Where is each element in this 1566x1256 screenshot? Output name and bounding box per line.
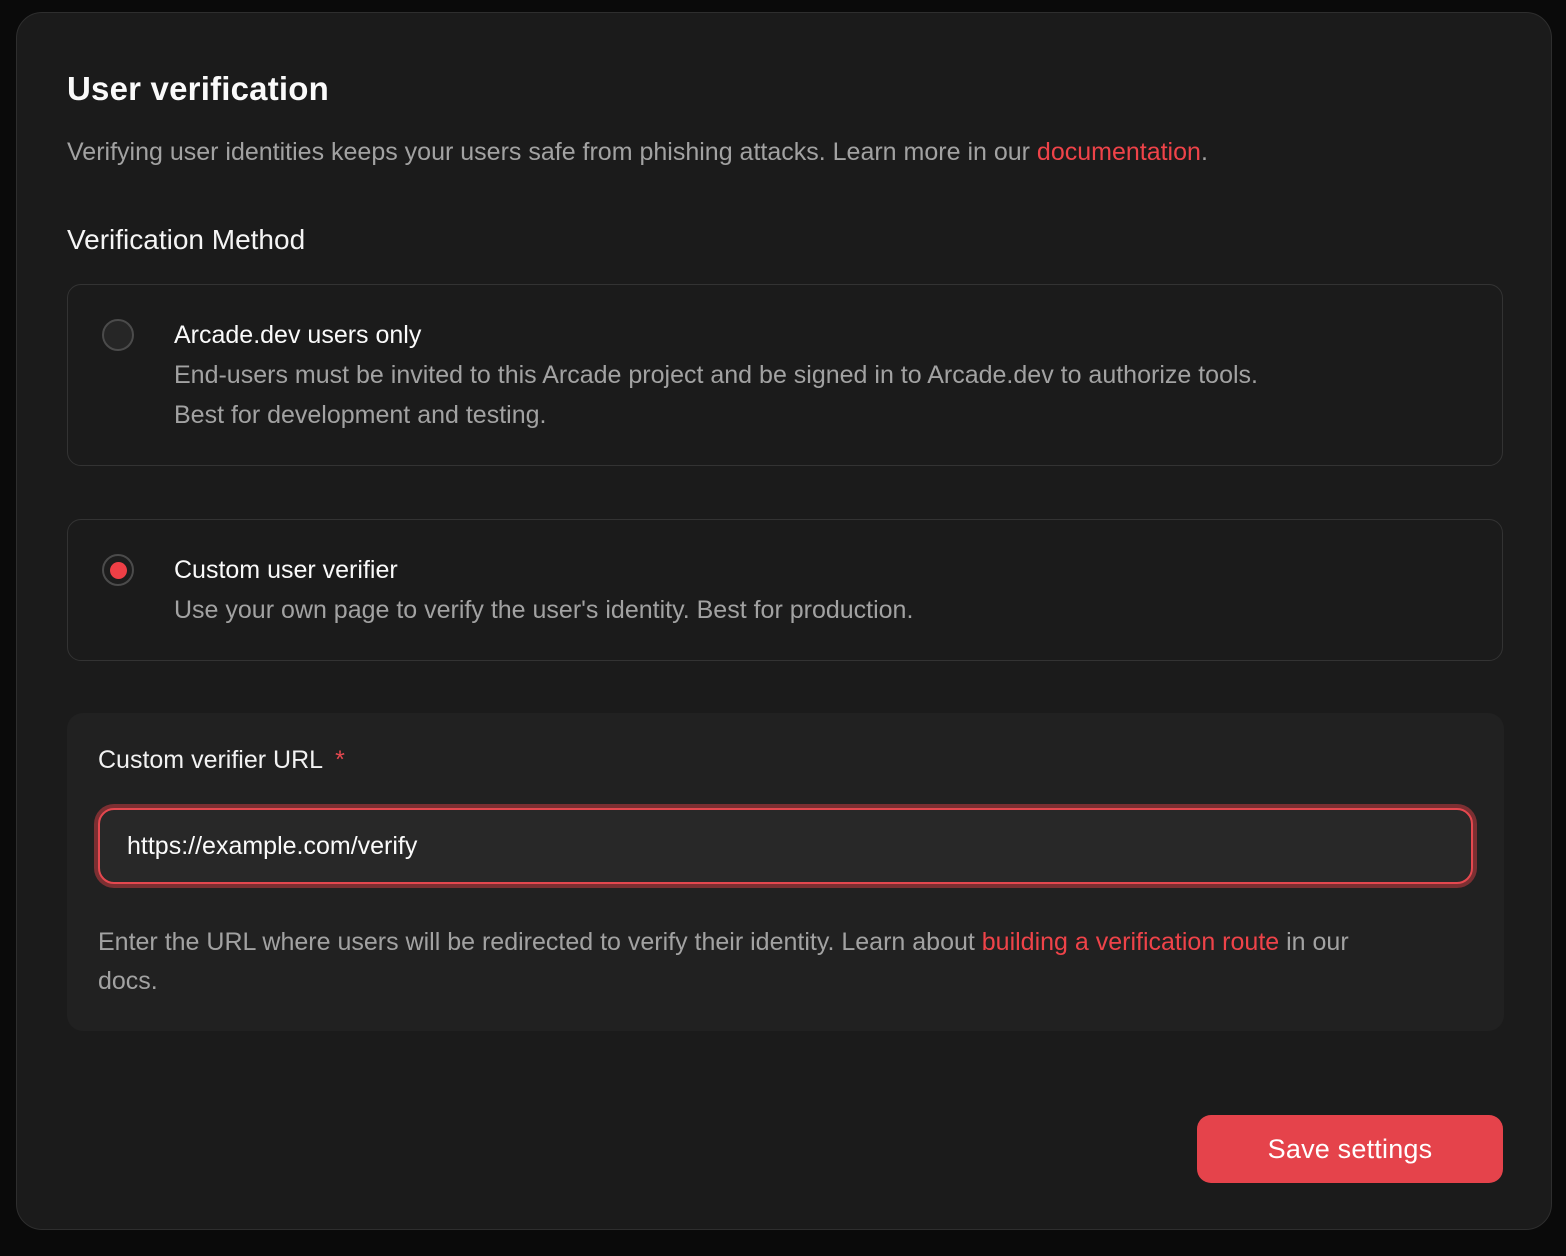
page-description-period: .	[1201, 138, 1208, 166]
option-title: Custom user verifier	[174, 550, 913, 590]
option-title: Arcade.dev users only	[174, 315, 1258, 355]
option-text: Arcade.dev users only End-users must be …	[174, 315, 1258, 435]
custom-verifier-url-input[interactable]	[98, 808, 1473, 884]
required-asterisk: *	[335, 746, 345, 774]
save-settings-button[interactable]: Save settings	[1197, 1115, 1503, 1183]
radio-unselected-icon[interactable]	[102, 319, 134, 351]
option-description: End-users must be invited to this Arcade…	[174, 355, 1258, 435]
user-verification-card: User verification Verifying user identit…	[16, 12, 1552, 1230]
page-title: User verification	[67, 69, 1501, 109]
option-arcade-users-only[interactable]: Arcade.dev users only End-users must be …	[67, 284, 1503, 466]
custom-verifier-panel: Custom verifier URL * Enter the URL where…	[67, 713, 1504, 1031]
building-verification-route-link[interactable]: building a verification route	[982, 928, 1279, 956]
page-description-text: Verifying user identities keeps your use…	[67, 138, 1037, 166]
page-description: Verifying user identities keeps your use…	[67, 135, 1501, 169]
verification-method-heading: Verification Method	[67, 223, 1501, 257]
radio-selected-icon[interactable]	[102, 554, 134, 586]
custom-verifier-url-label: Custom verifier URL *	[98, 745, 1473, 775]
option-text: Custom user verifier Use your own page t…	[174, 550, 913, 630]
label-text: Custom verifier URL	[98, 746, 323, 774]
option-description-line: Use your own page to verify the user's i…	[174, 590, 913, 630]
helper-text-prefix: Enter the URL where users will be redire…	[98, 928, 982, 956]
radio-dot	[110, 562, 127, 579]
option-description-line: Best for development and testing.	[174, 395, 1258, 435]
option-description: Use your own page to verify the user's i…	[174, 590, 913, 630]
helper-text: Enter the URL where users will be redire…	[98, 923, 1353, 1001]
option-custom-user-verifier[interactable]: Custom user verifier Use your own page t…	[67, 519, 1503, 661]
documentation-link[interactable]: documentation	[1037, 138, 1201, 166]
footer: Save settings	[67, 1115, 1503, 1183]
option-description-line: End-users must be invited to this Arcade…	[174, 355, 1258, 395]
